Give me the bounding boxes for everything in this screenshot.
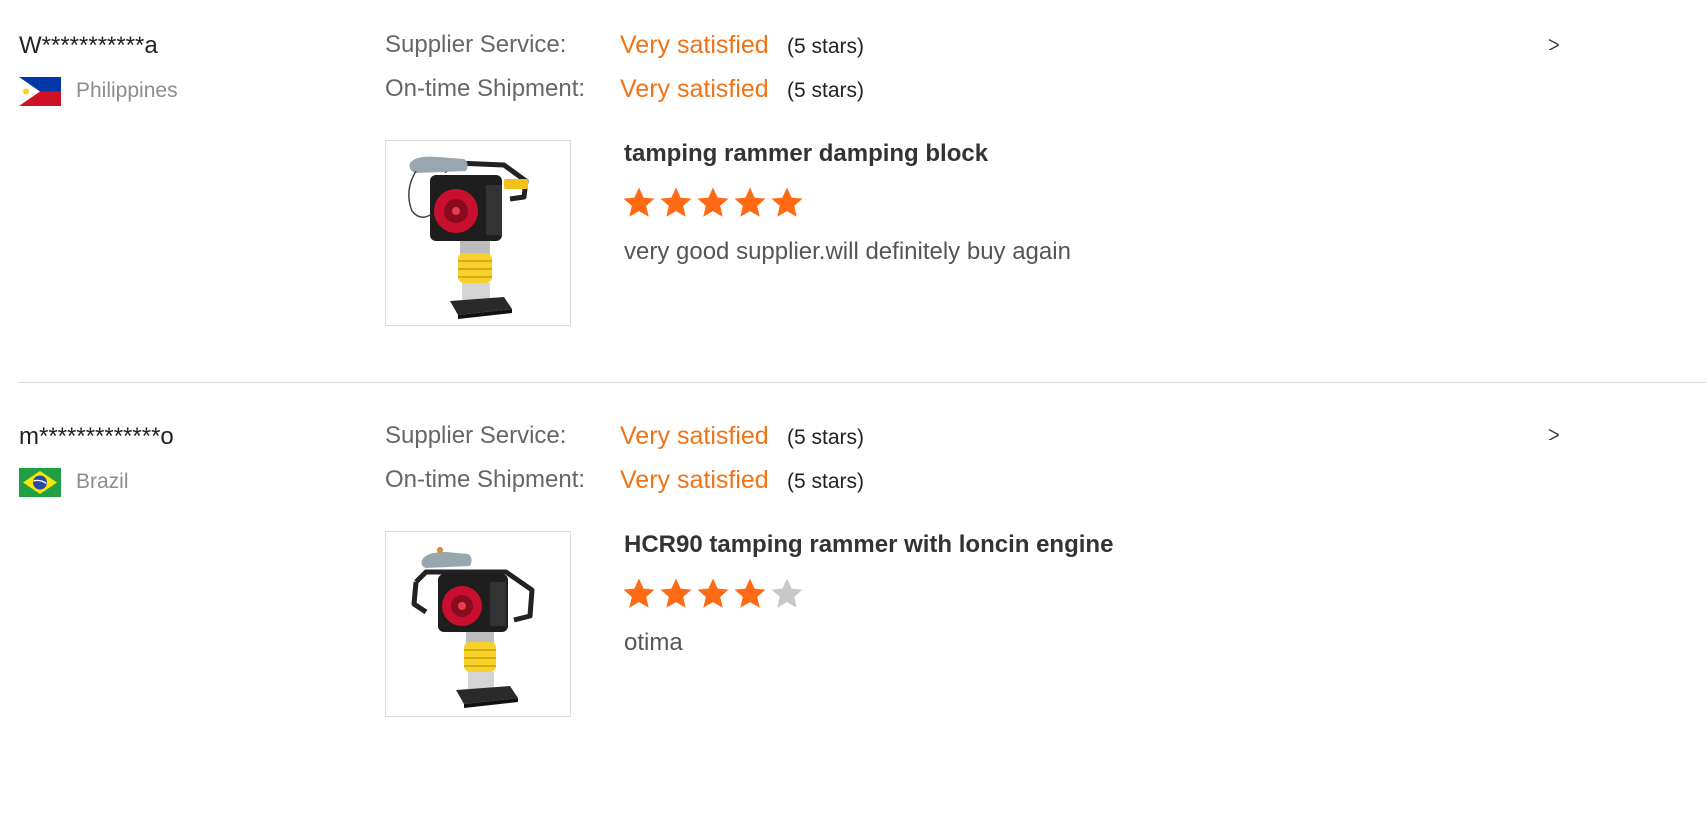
review-item: m*************o Brazil Supplier Service:…	[18, 391, 1706, 771]
review-comment: very good supplier.will definitely buy a…	[624, 238, 1071, 265]
shipment-label: On-time Shipment:	[385, 466, 586, 493]
supplier-service-label: Supplier Service:	[385, 31, 567, 58]
star-filled-icon	[623, 578, 655, 608]
star-filled-icon	[771, 187, 803, 217]
supplier-service-value: Very satisfied	[620, 31, 769, 59]
star-filled-icon	[697, 187, 729, 217]
supplier-service-value: Very satisfied	[620, 422, 769, 450]
shipment-value: Very satisfied	[620, 75, 769, 103]
edge-clipped-mark: ᐳ	[1548, 38, 1560, 50]
star-filled-icon	[734, 578, 766, 608]
reviewer-name: W***********a	[19, 32, 158, 59]
philippines-flag-icon	[19, 77, 61, 106]
star-filled-icon	[697, 578, 729, 608]
shipment-stars: (5 stars)	[787, 470, 865, 493]
shipment-value: Very satisfied	[620, 466, 769, 494]
reviewer-country: Brazil	[76, 470, 129, 493]
brazil-flag-icon	[19, 468, 61, 497]
star-filled-icon	[623, 187, 655, 217]
edge-clipped-mark: ᐳ	[1548, 428, 1560, 440]
star-empty-icon	[771, 578, 803, 608]
star-filled-icon	[660, 187, 692, 217]
product-title[interactable]: HCR90 tamping rammer with loncin engine	[624, 531, 1113, 559]
product-title[interactable]: tamping rammer damping block	[624, 140, 988, 168]
tamping-rammer-image	[408, 156, 529, 319]
supplier-service-label: Supplier Service:	[385, 422, 567, 449]
star-filled-icon	[734, 187, 766, 217]
reviewer-country: Philippines	[76, 79, 178, 102]
supplier-service-stars: (5 stars)	[787, 426, 865, 449]
review-comment: otima	[624, 629, 683, 656]
reviewer-name: m*************o	[19, 423, 174, 450]
product-thumbnail[interactable]	[385, 140, 571, 326]
supplier-service-stars: (5 stars)	[787, 35, 865, 58]
tamping-rammer-image	[411, 547, 535, 708]
shipment-label: On-time Shipment:	[385, 75, 586, 102]
product-thumbnail[interactable]	[385, 531, 571, 717]
shipment-stars: (5 stars)	[787, 79, 865, 102]
review-item: W***********a Philippines Supplier Servi…	[18, 0, 1706, 380]
star-filled-icon	[660, 578, 692, 608]
review-divider	[18, 382, 1706, 383]
